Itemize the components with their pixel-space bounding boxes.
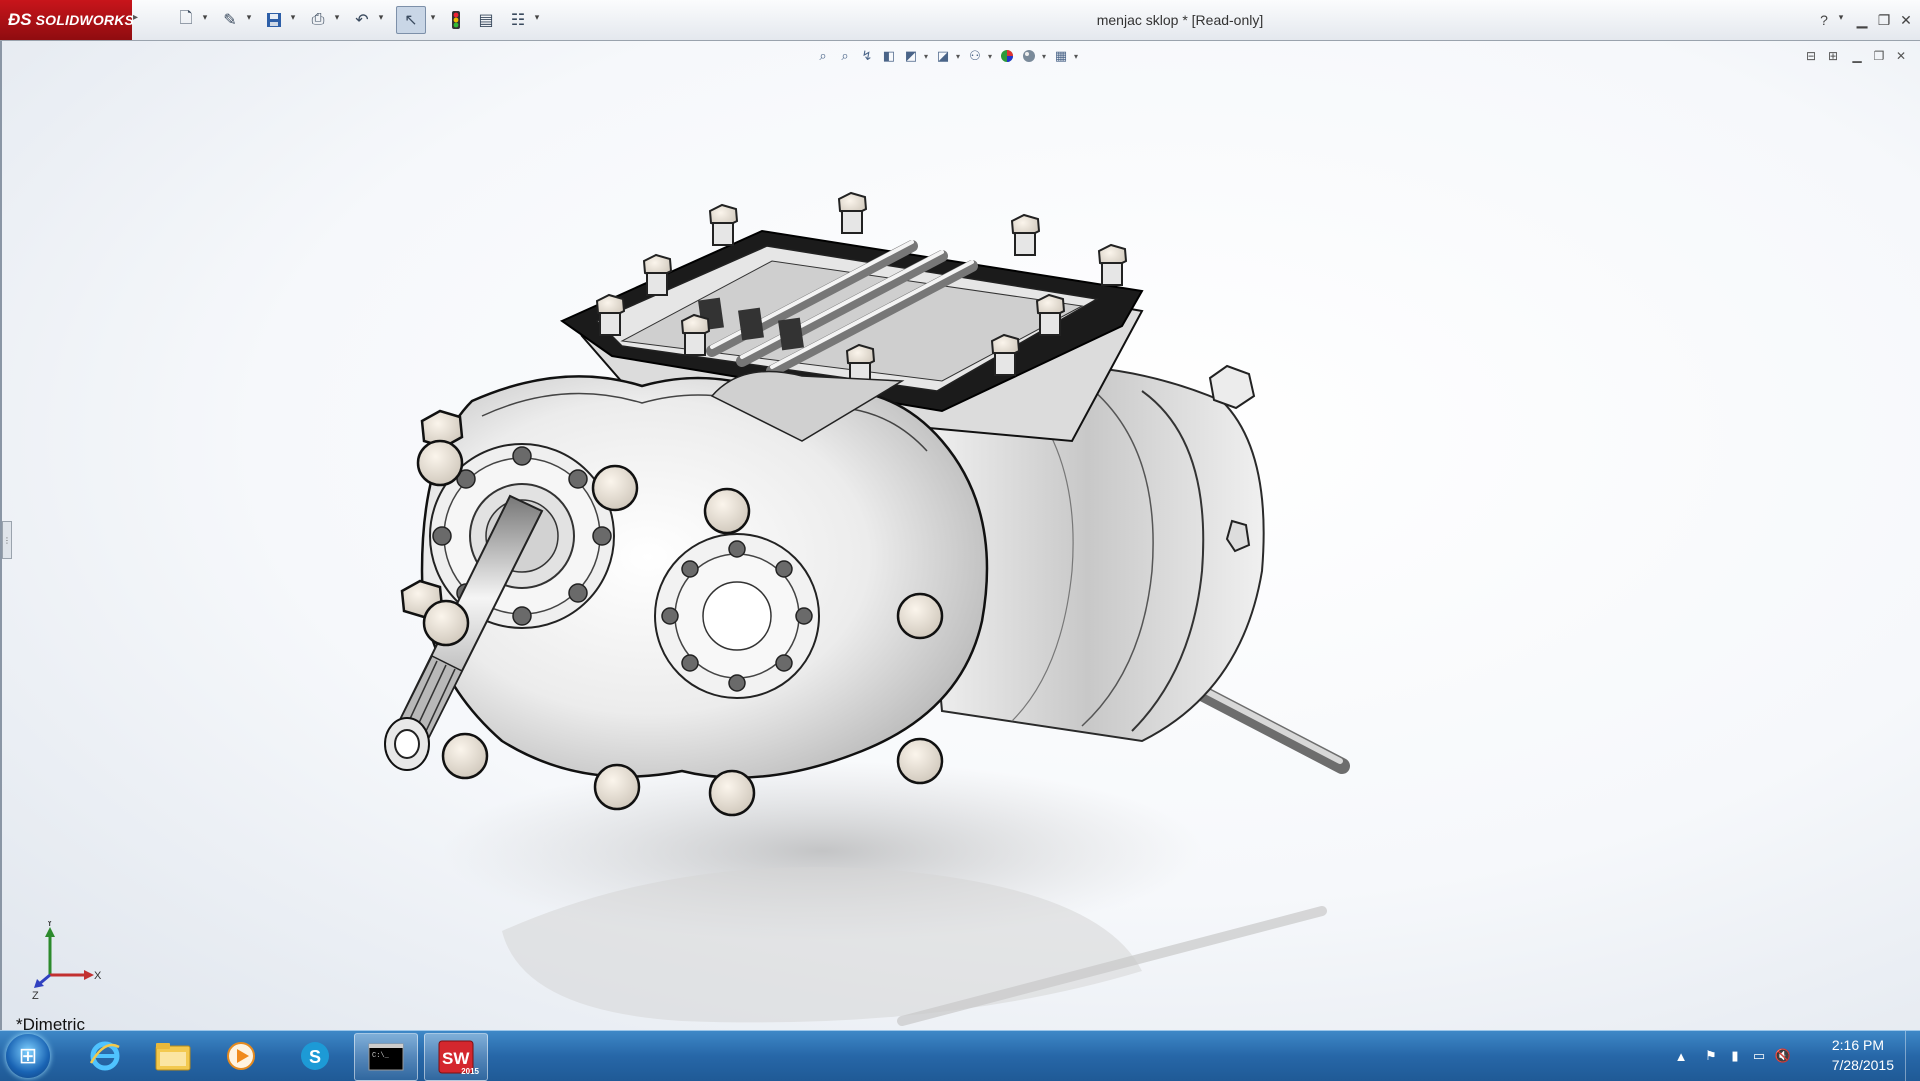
help-dropdown-arrow-icon[interactable]: ▾ bbox=[1836, 12, 1846, 26]
windows-taskbar: ⊞ S C:\_ SW 2015 ▲ ⚑ ▮ ▭ 🔇 2:16 PM 7/28/… bbox=[0, 1030, 1920, 1081]
open-dropdown-arrow-icon[interactable]: ▾ bbox=[244, 12, 254, 26]
svg-text:C:\_: C:\_ bbox=[372, 1052, 390, 1060]
clock-time[interactable]: 2:16 PM bbox=[1832, 1037, 1884, 1053]
triad-x-label: X bbox=[94, 970, 102, 982]
skype-icon: S bbox=[301, 1042, 329, 1070]
display-style-dropdown-icon[interactable]: ▾ bbox=[956, 52, 962, 61]
view-orientation-icon[interactable]: ◩ bbox=[902, 47, 920, 65]
display-style-icon[interactable]: ◪ bbox=[934, 47, 952, 65]
view-settings-dropdown-icon[interactable]: ▾ bbox=[1074, 52, 1080, 61]
start-button[interactable]: ⊞ bbox=[6, 1034, 50, 1078]
print-icon[interactable]: ⎙ bbox=[306, 8, 330, 32]
clock-date[interactable]: 7/28/2015 bbox=[1832, 1057, 1894, 1073]
zoom-to-area-icon[interactable]: ⌕ bbox=[836, 47, 854, 65]
select-dropdown-arrow-icon[interactable]: ▾ bbox=[428, 12, 438, 26]
hide-show-items-icon[interactable]: ⚇ bbox=[966, 47, 984, 65]
ds-logo-icon: ƉS bbox=[8, 10, 32, 29]
view-settings-icon[interactable]: ▦ bbox=[1052, 47, 1070, 65]
menu-expand-arrow-icon[interactable]: ▸ bbox=[133, 12, 141, 28]
zoom-to-fit-icon[interactable]: ⌕ bbox=[814, 47, 832, 65]
network-icon[interactable]: ▭ bbox=[1750, 1047, 1768, 1065]
save-dropdown-arrow-icon[interactable]: ▾ bbox=[288, 12, 298, 26]
gearbox-assembly-model[interactable] bbox=[382, 151, 1362, 1071]
solidworks-logo[interactable]: ƉS SOLIDWORKS bbox=[0, 0, 135, 40]
taskbar-command-prompt[interactable]: C:\_ bbox=[354, 1033, 418, 1081]
section-view-icon[interactable]: ◧ bbox=[880, 47, 898, 65]
media-player-icon bbox=[227, 1042, 255, 1070]
power-icon[interactable]: ▮ bbox=[1726, 1047, 1744, 1065]
doc-restore-icon[interactable]: ❐ bbox=[1870, 47, 1888, 65]
triad-y-label: Y bbox=[46, 921, 54, 929]
svg-text:S: S bbox=[309, 1047, 321, 1067]
options-icon[interactable]: ☷ bbox=[506, 8, 530, 32]
taskbar-media-player[interactable] bbox=[210, 1033, 272, 1079]
internet-explorer-icon bbox=[89, 1041, 120, 1071]
coordinate-triad: Y X Z bbox=[32, 921, 102, 1001]
hide-show-dropdown-icon[interactable]: ▾ bbox=[988, 52, 994, 61]
taskbar-internet-explorer[interactable] bbox=[74, 1033, 136, 1079]
close-icon[interactable]: ✕ bbox=[1896, 10, 1916, 30]
new-document-icon[interactable]: 🗋 bbox=[174, 8, 198, 32]
feature-manager-collapse-handle[interactable]: ⋮ bbox=[2, 521, 12, 559]
folder-icon bbox=[155, 1043, 191, 1071]
doc-close-icon[interactable]: ✕ bbox=[1892, 47, 1910, 65]
heads-up-view-toolbar: ⌕ ⌕ ↯ ◧ ◩ ▾ ◪ ▾ ⚇ ▾ ▾ ▦ ▾ bbox=[814, 44, 1114, 68]
undo-icon[interactable]: ↶ bbox=[350, 8, 374, 32]
command-prompt-icon: C:\_ bbox=[368, 1043, 404, 1071]
minimize-icon[interactable]: ▁ bbox=[1852, 10, 1872, 30]
help-icon[interactable]: ? bbox=[1814, 10, 1834, 30]
solidworks-version-badge: 2015 bbox=[461, 1067, 479, 1076]
undo-dropdown-arrow-icon[interactable]: ▾ bbox=[376, 12, 386, 26]
edit-appearance-icon[interactable] bbox=[998, 47, 1016, 65]
app-name: SOLIDWORKS bbox=[35, 12, 135, 28]
triad-z-label: Z bbox=[32, 990, 39, 1001]
file-properties-icon[interactable]: ▤ bbox=[474, 8, 498, 32]
tile-vertical-icon[interactable]: ⊞ bbox=[1824, 47, 1842, 65]
previous-view-icon[interactable]: ↯ bbox=[858, 47, 876, 65]
new-dropdown-arrow-icon[interactable]: ▾ bbox=[200, 12, 210, 26]
action-center-flag-icon[interactable]: ⚑ bbox=[1702, 1047, 1720, 1065]
document-title: menjac sklop * [Read-only] bbox=[1096, 12, 1264, 28]
taskbar-solidworks[interactable]: SW 2015 bbox=[424, 1033, 488, 1081]
graphics-area[interactable]: ⌕ ⌕ ↯ ◧ ◩ ▾ ◪ ▾ ⚇ ▾ ▾ ▦ ▾ ⊟ ⊞ ▁ ❐ ✕ ⋮ Y … bbox=[0, 41, 1920, 1034]
save-icon[interactable] bbox=[262, 8, 286, 32]
system-tray: ▲ ⚑ ▮ ▭ 🔇 2:16 PM 7/28/2015 bbox=[1660, 1031, 1920, 1081]
taskbar-skype[interactable]: S bbox=[284, 1033, 346, 1079]
select-icon[interactable]: ↖ bbox=[396, 6, 426, 34]
rebuild-icon[interactable] bbox=[444, 8, 468, 32]
view-orientation-dropdown-icon[interactable]: ▾ bbox=[924, 52, 930, 61]
restore-icon[interactable]: ❐ bbox=[1874, 10, 1894, 30]
show-hidden-icons-icon[interactable]: ▲ bbox=[1672, 1047, 1690, 1065]
windows-logo-icon: ⊞ bbox=[18, 1043, 38, 1068]
volume-muted-icon[interactable]: 🔇 bbox=[1774, 1047, 1792, 1065]
tile-horizontal-icon[interactable]: ⊟ bbox=[1802, 47, 1820, 65]
doc-minimize-icon[interactable]: ▁ bbox=[1848, 47, 1866, 65]
print-dropdown-arrow-icon[interactable]: ▾ bbox=[332, 12, 342, 26]
svg-text:SW: SW bbox=[442, 1049, 470, 1068]
apply-scene-dropdown-icon[interactable]: ▾ bbox=[1042, 52, 1048, 61]
show-desktop-button[interactable] bbox=[1905, 1031, 1920, 1081]
apply-scene-icon[interactable] bbox=[1020, 47, 1038, 65]
title-bar: ƉS SOLIDWORKS ▸ 🗋 ▾ ✎ ▾ ▾ ⎙ ▾ ↶ ▾ ↖ ▾ ▤ … bbox=[0, 0, 1920, 41]
open-icon[interactable]: ✎ bbox=[218, 8, 242, 32]
taskbar-windows-explorer[interactable] bbox=[142, 1033, 204, 1079]
options-dropdown-arrow-icon[interactable]: ▾ bbox=[532, 12, 542, 26]
